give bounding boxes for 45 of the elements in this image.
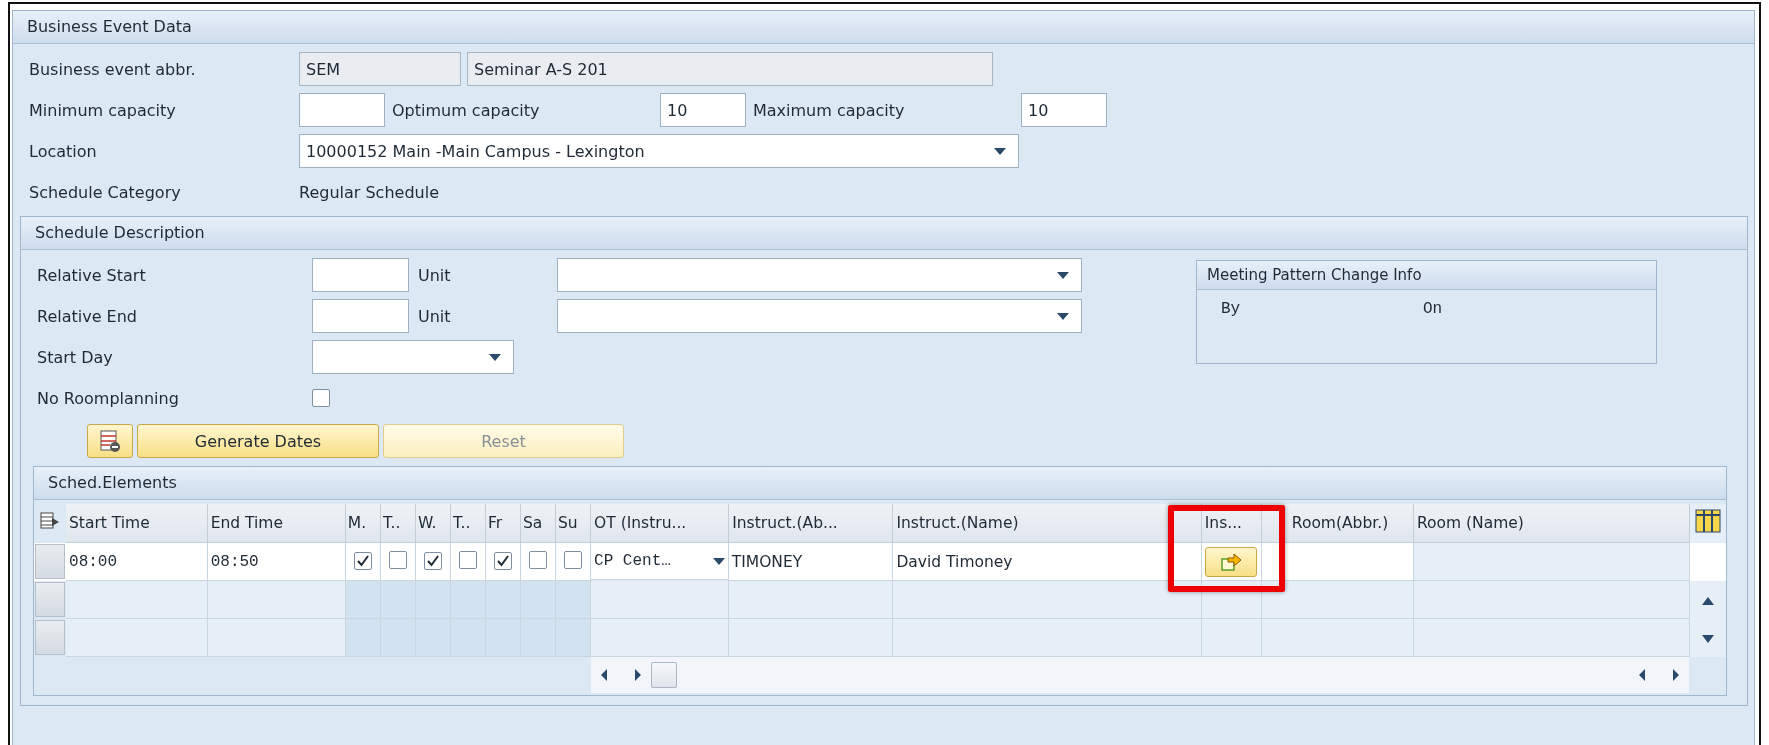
dropdown-field[interactable]: 10000152 Main -Main Campus - Lexington (299, 134, 1019, 168)
column-header[interactable]: OT (Instru... (590, 504, 729, 543)
field-label: Unit (417, 265, 452, 285)
field-label: Schedule Category (28, 182, 182, 202)
field-label: Unit (417, 306, 452, 326)
group-title: Schedule Description (21, 217, 1747, 250)
table-cell: David Timoney (892, 542, 1202, 581)
table-cell: 08:50 (207, 542, 346, 581)
field-label: Optimum capacity (391, 100, 541, 120)
button: Reset (383, 424, 624, 458)
input-field[interactable]: 10 (1021, 93, 1107, 127)
field-label: Relative End (36, 306, 138, 326)
field-label: Location (28, 141, 98, 161)
group-title: Sched.Elements (34, 467, 1726, 500)
field-label: By (1221, 300, 1242, 318)
column-header[interactable]: Instruct.(Ab... (728, 504, 893, 543)
field-label: No Roomplanning (36, 388, 180, 408)
field-label: Business event abbr. (28, 59, 197, 79)
table-cell: TIMONEY (728, 542, 893, 581)
dropdown-field[interactable]: CP Cent… (591, 543, 729, 580)
field-label: Start Day (36, 347, 114, 367)
display-field: SEM (299, 52, 461, 86)
column-header[interactable]: M. (345, 504, 381, 543)
column-header[interactable]: W. (415, 504, 451, 543)
field-value: Regular Schedule (299, 182, 439, 202)
field-label: Minimum capacity (28, 100, 177, 120)
field-label: Maximum capacity (752, 100, 906, 120)
field-label: Relative Start (36, 265, 147, 285)
column-header[interactable]: End Time (207, 504, 346, 543)
input-field[interactable]: 10 (660, 93, 746, 127)
column-header[interactable]: Sa (520, 504, 556, 543)
table-cell: 08:00 (66, 542, 208, 581)
column-header[interactable]: T.. (380, 504, 416, 543)
field-label: On (1423, 300, 1443, 318)
column-header[interactable]: Instruct.(Name) (892, 504, 1202, 543)
display-field: Seminar A-S 201 (467, 52, 993, 86)
column-header[interactable]: Fr (485, 504, 521, 543)
button[interactable]: Generate Dates (137, 424, 379, 458)
column-header[interactable]: Su (555, 504, 591, 543)
column-header[interactable]: Room(Abbr.) (1261, 504, 1414, 543)
column-header[interactable]: Start Time (66, 504, 208, 543)
column-header[interactable]: Room (Name) (1413, 504, 1690, 543)
panel-title: Meeting Pattern Change Info (1197, 261, 1656, 290)
column-header[interactable]: T.. (450, 504, 486, 543)
group-title: Business Event Data (13, 11, 1754, 44)
